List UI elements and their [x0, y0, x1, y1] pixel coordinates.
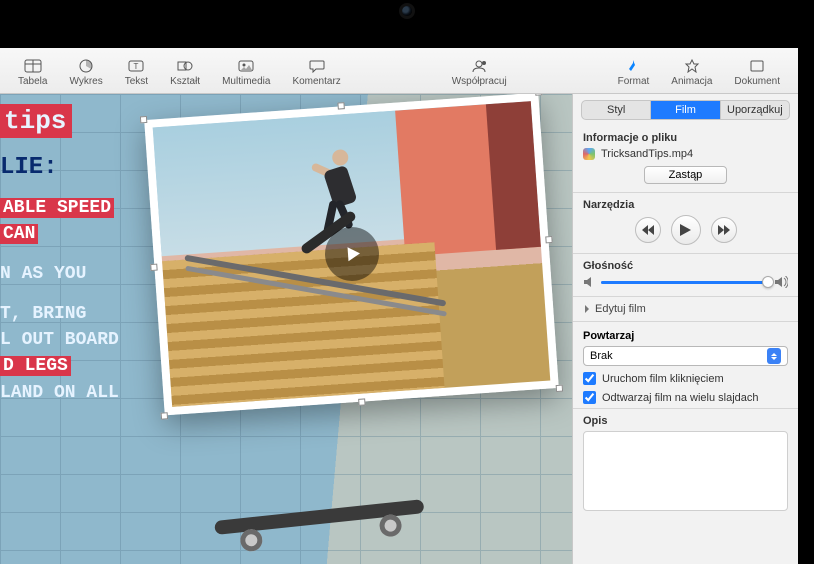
body-line: N AS YOU: [0, 264, 86, 284]
checkbox-input[interactable]: [583, 372, 596, 385]
movie-file-icon: [583, 148, 595, 160]
toolbar-label: Animacja: [671, 76, 712, 87]
slide-text-block: tips LIE: ABLE SPEED CAN N AS YOU T, BRI…: [0, 94, 119, 406]
volume-slider[interactable]: [601, 281, 768, 284]
checkbox-start-on-click[interactable]: Uruchom film kliknięciem: [583, 372, 788, 385]
inspector-tabs: Styl Film Uporządkuj: [581, 100, 790, 120]
description-textarea[interactable]: [583, 431, 788, 511]
tab-film[interactable]: Film: [651, 101, 720, 119]
body-line: L OUT BOARD: [0, 330, 119, 350]
toolbar-komentarz[interactable]: Komentarz: [282, 55, 350, 87]
section-file-info: Informacje o pliku TricksandTips.mp4 Zas…: [573, 126, 798, 193]
camera-dot: [402, 6, 412, 16]
animate-icon: [681, 57, 703, 75]
stepper-arrows-icon: [767, 348, 781, 364]
resize-handle[interactable]: [556, 385, 563, 392]
section-tools: Narzędzia: [573, 193, 798, 254]
edit-movie-disclosure[interactable]: Edytuj film: [573, 297, 798, 322]
toolbar-animacja[interactable]: Animacja: [661, 55, 722, 87]
checkbox-input[interactable]: [583, 391, 596, 404]
tab-uporzadkuj[interactable]: Uporządkuj: [721, 101, 789, 119]
resize-handle[interactable]: [337, 102, 344, 109]
app-window: Tabela Wykres T Tekst Kształt Multimedia: [0, 48, 798, 564]
resize-handle[interactable]: [150, 264, 157, 271]
toolbar-label: Kształt: [170, 76, 200, 87]
table-icon: [22, 57, 44, 75]
description-heading: Opis: [583, 415, 788, 427]
format-inspector: Styl Film Uporządkuj Informacje o pliku …: [572, 94, 798, 564]
volume-heading: Głośność: [583, 260, 788, 272]
body-line: T, BRING: [0, 304, 86, 324]
repeat-select[interactable]: Brak: [583, 346, 788, 366]
tools-heading: Narzędzia: [583, 199, 788, 211]
toolbar-format[interactable]: Format: [608, 55, 660, 87]
device-frame: Tabela Wykres T Tekst Kształt Multimedia: [0, 0, 814, 564]
file-info-heading: Informacje o pliku: [583, 132, 788, 144]
toolbar-label: Tekst: [125, 76, 148, 87]
toolbar-multimedia[interactable]: Multimedia: [212, 55, 280, 87]
section-repeat: Powtarzaj Brak Uruchom film kliknięciem …: [573, 322, 798, 409]
title-badge: tips: [0, 104, 72, 138]
toolbar-ksztalt[interactable]: Kształt: [160, 55, 210, 87]
toolbar-tabela[interactable]: Tabela: [8, 55, 57, 87]
resize-handle[interactable]: [545, 236, 552, 243]
toolbar-wspolpracuj[interactable]: Współpracuj: [442, 55, 517, 87]
format-icon: [622, 57, 644, 75]
repeat-heading: Powtarzaj: [583, 330, 788, 342]
toolbar: Tabela Wykres T Tekst Kształt Multimedia: [0, 48, 798, 94]
section-description: Opis: [573, 409, 798, 524]
toolbar-label: Wykres: [69, 76, 102, 87]
movie-poster: [153, 101, 551, 407]
resize-handle[interactable]: [140, 116, 147, 123]
toolbar-tekst[interactable]: T Tekst: [115, 55, 158, 87]
text-icon: T: [125, 57, 147, 75]
section-volume: Głośność: [573, 254, 798, 297]
body-line: LAND ON ALL: [0, 383, 119, 403]
hl-text: CAN: [0, 224, 38, 244]
resize-handle[interactable]: [358, 398, 365, 405]
play-icon: [341, 243, 362, 264]
toolbar-label: Komentarz: [292, 76, 340, 87]
checkbox-label: Uruchom film kliknięciem: [602, 373, 724, 385]
hl-text: D LEGS: [0, 356, 71, 376]
document-icon: [746, 57, 768, 75]
toolbar-label: Współpracuj: [452, 76, 507, 87]
shape-icon: [174, 57, 196, 75]
toolbar-label: Dokument: [734, 76, 780, 87]
play-button[interactable]: [671, 215, 701, 245]
play-icon: [680, 224, 691, 236]
replace-button[interactable]: Zastąp: [644, 166, 728, 184]
collaborate-icon: [468, 57, 490, 75]
slide-canvas[interactable]: tips LIE: ABLE SPEED CAN N AS YOU T, BRI…: [0, 94, 572, 564]
movie-object[interactable]: [144, 94, 559, 415]
hl-text: ABLE SPEED: [0, 198, 114, 218]
chart-icon: [75, 57, 97, 75]
toolbar-label: Format: [618, 76, 650, 87]
chevron-right-icon: [583, 305, 591, 313]
filename-label: TricksandTips.mp4: [601, 148, 693, 160]
forward-button[interactable]: [711, 217, 737, 243]
rewind-icon: [642, 225, 654, 235]
svg-text:T: T: [134, 62, 139, 71]
volume-low-icon: [583, 276, 595, 288]
toolbar-label: Multimedia: [222, 76, 270, 87]
forward-icon: [718, 225, 730, 235]
volume-high-icon: [774, 276, 788, 288]
resize-handle[interactable]: [161, 412, 168, 419]
repeat-value: Brak: [590, 350, 613, 362]
subheading-lie: LIE:: [0, 154, 119, 181]
checkbox-label: Odtwarzaj film na wielu slajdach: [602, 392, 759, 404]
comment-icon: [306, 57, 328, 75]
toolbar-wykres[interactable]: Wykres: [59, 55, 112, 87]
movie-frame: [144, 94, 559, 415]
checkbox-play-across-slides[interactable]: Odtwarzaj film na wielu slajdach: [583, 391, 788, 404]
rewind-button[interactable]: [635, 217, 661, 243]
toolbar-dokument[interactable]: Dokument: [724, 55, 790, 87]
edit-movie-label: Edytuj film: [595, 303, 646, 315]
media-icon: [235, 57, 257, 75]
toolbar-label: Tabela: [18, 76, 47, 87]
tab-styl[interactable]: Styl: [582, 101, 651, 119]
